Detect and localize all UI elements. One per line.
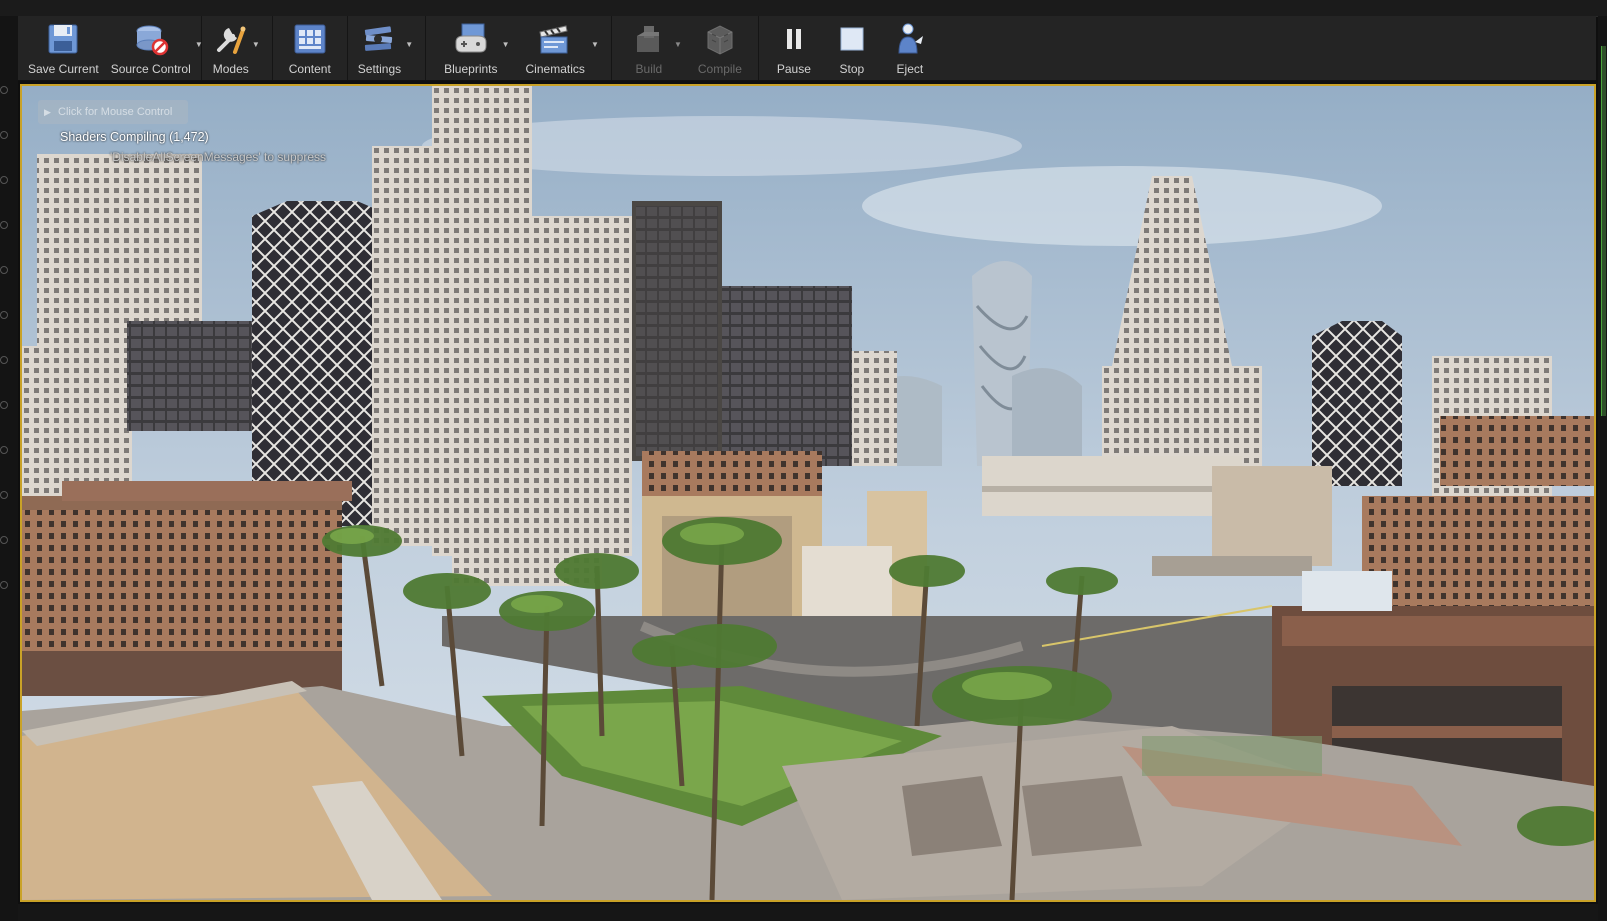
toolbar-group-content: Content xyxy=(273,16,348,80)
pause-icon xyxy=(775,20,813,58)
build-button[interactable]: Build ▼ xyxy=(616,16,690,80)
mouse-control-label: Click for Mouse Control xyxy=(58,106,173,118)
eject-button[interactable]: Eject xyxy=(881,16,939,80)
main-toolbar: Save Current Source Control ▼ Modes ▼ Co… xyxy=(18,16,1596,81)
right-panel-scrollbar[interactable] xyxy=(1601,46,1606,416)
level-viewport[interactable]: ▶ Click for Mouse Control Shaders Compil… xyxy=(20,84,1596,902)
content-button[interactable]: Content xyxy=(277,16,343,80)
save-icon xyxy=(44,20,82,58)
left-panel-strip xyxy=(0,16,18,921)
settings-label: Settings xyxy=(357,62,402,76)
content-label: Content xyxy=(288,62,331,76)
panel-toggle-icon[interactable] xyxy=(0,401,8,409)
compile-label: Compile xyxy=(697,62,742,76)
build-label: Build xyxy=(635,62,663,76)
play-icon: ▶ xyxy=(44,107,51,117)
settings-icon xyxy=(360,20,398,58)
build-icon xyxy=(630,20,668,58)
toolbar-group-play: Pause Stop Eject xyxy=(759,16,943,80)
chevron-down-icon[interactable]: ▼ xyxy=(502,40,510,49)
panel-toggle-icon[interactable] xyxy=(0,446,8,454)
cinematics-icon xyxy=(536,20,574,58)
bottom-strip xyxy=(18,904,1598,921)
pause-button[interactable]: Pause xyxy=(763,16,823,80)
blueprints-label: Blueprints xyxy=(444,62,498,76)
right-panel-strip xyxy=(1598,16,1607,921)
toolbar-group-settings: Settings ▼ xyxy=(348,16,427,80)
toolbar-group-modes: Modes ▼ xyxy=(202,16,273,80)
city-scene-image xyxy=(22,86,1594,900)
cinematics-button[interactable]: Cinematics ▼ xyxy=(518,16,607,80)
panel-toggle-icon[interactable] xyxy=(0,581,8,589)
stop-label: Stop xyxy=(839,62,865,76)
panel-toggle-icon[interactable] xyxy=(0,86,8,94)
modes-button[interactable]: Modes ▼ xyxy=(206,16,268,80)
panel-toggle-icon[interactable] xyxy=(0,536,8,544)
compile-icon xyxy=(701,20,739,58)
compile-button[interactable]: Compile xyxy=(690,16,754,80)
shaders-compiling-message: Shaders Compiling (1,472) xyxy=(60,130,209,144)
pause-label: Pause xyxy=(776,62,811,76)
chevron-down-icon[interactable]: ▼ xyxy=(195,40,203,49)
panel-toggle-icon[interactable] xyxy=(0,176,8,184)
save-current-label: Save Current xyxy=(28,62,99,76)
eject-label: Eject xyxy=(896,62,924,76)
stop-icon xyxy=(833,20,871,58)
panel-toggle-icon[interactable] xyxy=(0,131,8,139)
eject-icon xyxy=(891,20,929,58)
panel-toggle-icon[interactable] xyxy=(0,221,8,229)
chevron-down-icon[interactable]: ▼ xyxy=(591,40,599,49)
panel-toggle-icon[interactable] xyxy=(0,266,8,274)
toolbar-group-file: Save Current Source Control ▼ xyxy=(18,16,203,80)
chevron-down-icon[interactable]: ▼ xyxy=(252,40,260,49)
cinematics-label: Cinematics xyxy=(525,62,585,76)
source-control-icon xyxy=(132,20,170,58)
modes-label: Modes xyxy=(212,62,249,76)
stop-button[interactable]: Stop xyxy=(823,16,881,80)
source-control-button[interactable]: Source Control ▼ xyxy=(105,16,203,80)
modes-icon xyxy=(212,20,250,58)
chevron-down-icon[interactable]: ▼ xyxy=(405,40,413,49)
save-current-button[interactable]: Save Current xyxy=(22,16,105,80)
blueprints-icon xyxy=(452,20,490,58)
blueprints-button[interactable]: Blueprints ▼ xyxy=(430,16,517,80)
chevron-down-icon[interactable]: ▼ xyxy=(674,40,682,49)
source-control-label: Source Control xyxy=(110,62,191,76)
suppress-messages-hint: 'DisableAllScreenMessages' to suppress xyxy=(110,150,327,164)
settings-button[interactable]: Settings ▼ xyxy=(352,16,421,80)
panel-toggle-icon[interactable] xyxy=(0,356,8,364)
toolbar-group-blueprints: Blueprints ▼ Cinematics ▼ xyxy=(426,16,612,80)
panel-toggle-icon[interactable] xyxy=(0,491,8,499)
mouse-control-hint[interactable]: ▶ Click for Mouse Control xyxy=(38,100,188,124)
content-icon xyxy=(291,20,329,58)
toolbar-group-build: Build ▼ Compile xyxy=(612,16,759,80)
title-strip xyxy=(0,0,1607,17)
panel-toggle-icon[interactable] xyxy=(0,311,8,319)
